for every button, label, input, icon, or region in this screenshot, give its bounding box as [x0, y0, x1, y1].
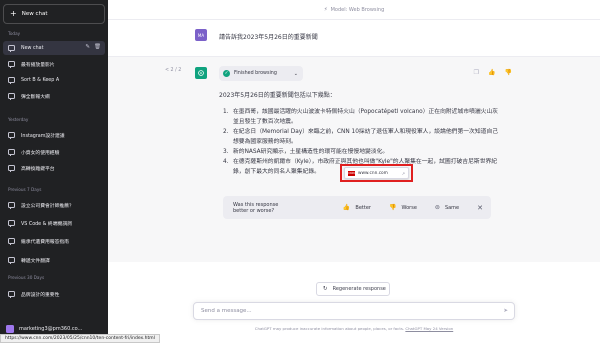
- section-label-today: Today: [8, 31, 21, 36]
- avatar: MA: [195, 29, 207, 41]
- trash-icon[interactable]: 🗑: [94, 44, 101, 50]
- response-pager[interactable]: < 2 / 2: [165, 68, 181, 73]
- chat-bubble-icon: [8, 132, 15, 140]
- chat-bubble-icon: [8, 165, 15, 173]
- lightning-icon: ⚡: [323, 6, 328, 13]
- sidebar-item-label: 最有播放量影片: [21, 62, 55, 68]
- browser-status-url: https://www.cnn.com/2023/05/25/cnn10/ten…: [0, 334, 160, 343]
- sidebar-item-label: VS Code & 終端機調詞: [21, 221, 72, 227]
- send-icon[interactable]: ➤: [503, 308, 508, 314]
- model-header: ⚡ Model: Web Browsing: [108, 0, 600, 20]
- browsing-status-label: Finished browsing: [234, 71, 277, 76]
- thumbs-up-icon[interactable]: 👍: [488, 69, 495, 76]
- message-input[interactable]: Send a message... ➤: [193, 302, 515, 320]
- regenerate-label: Regenerate response: [332, 286, 386, 292]
- thumbs-up-icon: 👍: [342, 204, 351, 211]
- same-button[interactable]: ⊜ Same: [435, 204, 459, 211]
- sidebar-item[interactable]: 設立公司費會計師推薦？: [3, 198, 105, 212]
- feedback-question: Was this response better or worse?: [233, 201, 279, 214]
- copy-icon[interactable]: ❐: [474, 69, 479, 76]
- assistant-message-row: < 2 / 2 ✓ Finished browsing ⌄ ❐ 👍 👎 2023…: [108, 57, 600, 262]
- sidebar-item-label: 高轉換雛鍵平台: [21, 166, 55, 172]
- worse-button[interactable]: 👎 Worse: [389, 204, 417, 211]
- sidebar-item[interactable]: Sort B & Keep A: [3, 73, 105, 87]
- chat-bubble-icon: [8, 257, 15, 265]
- sidebar-item[interactable]: 品牌設計的重要性: [3, 287, 105, 301]
- sidebar-item-label: 繼承代遺費用報答指南: [21, 239, 69, 245]
- chat-bubble-icon: [8, 61, 15, 69]
- chat-bubble-icon: [8, 77, 15, 85]
- message-input-placeholder: Send a message...: [201, 308, 252, 314]
- user-message-row: MA 請告訴我2023年5月26日的重要新聞: [108, 20, 600, 57]
- avatar: [6, 324, 14, 333]
- chat-bubble-icon: [8, 291, 15, 299]
- list-item: 2. 在紀念日（Memorial Day）來臨之前，CNN 10採訪了退伍軍人和現…: [223, 129, 499, 145]
- section-label-yesterday: Yesterday: [8, 117, 29, 122]
- sidebar-item-label: 設立公司費會計師推薦？: [21, 203, 74, 209]
- user-email: marketing3@pm360.co...: [19, 325, 83, 332]
- list-item: 1. 在墨西哥，該國最活躍的火山波波卡特佩特火山（Popocatépetl vol…: [223, 109, 499, 125]
- sidebar-item-new-chat[interactable]: New chat ✎ 🗑: [3, 41, 105, 55]
- plus-icon: +: [10, 9, 17, 18]
- browsing-status-toggle[interactable]: ✓ Finished browsing ⌄: [219, 66, 303, 81]
- sidebar-item-label: New chat: [21, 45, 44, 51]
- new-chat-button[interactable]: + New chat: [3, 4, 105, 24]
- chat-bubble-icon: [8, 238, 15, 246]
- new-chat-label: New chat: [21, 11, 48, 17]
- sidebar-item[interactable]: Instagram設計建議: [3, 128, 105, 142]
- thumbs-down-icon[interactable]: 👎: [505, 69, 512, 76]
- feedback-bar: Was this response better or worse? 👍 Bet…: [223, 196, 491, 219]
- sidebar-item[interactable]: 最有播放量影片: [3, 57, 105, 71]
- thumbs-down-icon: 👎: [388, 204, 397, 211]
- response-intro: 2023年5月26日的重要新聞包括以下幾點：: [219, 92, 336, 99]
- check-icon: ✓: [223, 70, 230, 77]
- sidebar-item-label: Sort B & Keep A: [21, 77, 60, 83]
- sidebar-item[interactable]: 繼承代遺費用報答指南: [3, 234, 105, 248]
- section-label-previous-7-days: Previous 7 Days: [8, 187, 42, 192]
- sidebar-item-label: 彈全斷報大綱: [21, 94, 50, 100]
- openai-logo-icon: [195, 67, 207, 79]
- close-icon[interactable]: ✕: [477, 204, 483, 212]
- chat-bubble-icon: [8, 220, 15, 228]
- sidebar-item-label: 品牌設計的重要性: [21, 292, 60, 298]
- sidebar-item[interactable]: 小資女的使用經驗: [3, 145, 105, 159]
- sidebar-item[interactable]: 轉遞文件翻譯: [3, 253, 105, 267]
- section-label-previous-30-days: Previous 30 Days: [8, 275, 45, 280]
- chevron-down-icon: ⌄: [293, 70, 298, 77]
- sidebar-item[interactable]: 高轉換雛鍵平台: [3, 161, 105, 175]
- equals-icon: ⊜: [434, 204, 440, 211]
- sidebar: + New chat Today New chat ✎ 🗑 最有播放量影片 So…: [0, 0, 108, 343]
- refresh-icon: ↻: [323, 286, 328, 292]
- user-message-text: 請告訴我2023年5月26日的重要新聞: [219, 34, 318, 41]
- disclaimer: ChatGPT may produce inaccurate informati…: [254, 326, 454, 331]
- chat-bubble-icon: [8, 93, 15, 101]
- sidebar-item[interactable]: 彈全斷報大綱: [3, 89, 105, 103]
- sidebar-item[interactable]: VS Code & 終端機調詞: [3, 216, 105, 230]
- chat-bubble-icon: [8, 149, 15, 157]
- regenerate-response-button[interactable]: ↻ Regenerate response: [316, 282, 390, 296]
- sidebar-item-label: Instagram設計建議: [21, 133, 65, 139]
- message-actions: ❐ 👍 👎: [474, 69, 512, 76]
- list-item: 3. 新的NASA研究顯示，土星構造性的環可能在慢慢地變淡化。: [223, 149, 389, 155]
- sidebar-item-label: 轉遞文件翻譯: [21, 258, 50, 264]
- chat-bubble-icon: [8, 202, 15, 210]
- edit-icon[interactable]: ✎: [85, 44, 90, 50]
- sidebar-item-label: 小資女的使用經驗: [21, 150, 60, 156]
- version-link[interactable]: ChatGPT May 24 Version: [405, 326, 453, 331]
- better-button[interactable]: 👍 Better: [343, 204, 371, 211]
- highlight-annotation: [340, 164, 413, 182]
- chat-bubble-icon: [8, 45, 15, 53]
- model-title: Model: Web Browsing: [330, 6, 385, 13]
